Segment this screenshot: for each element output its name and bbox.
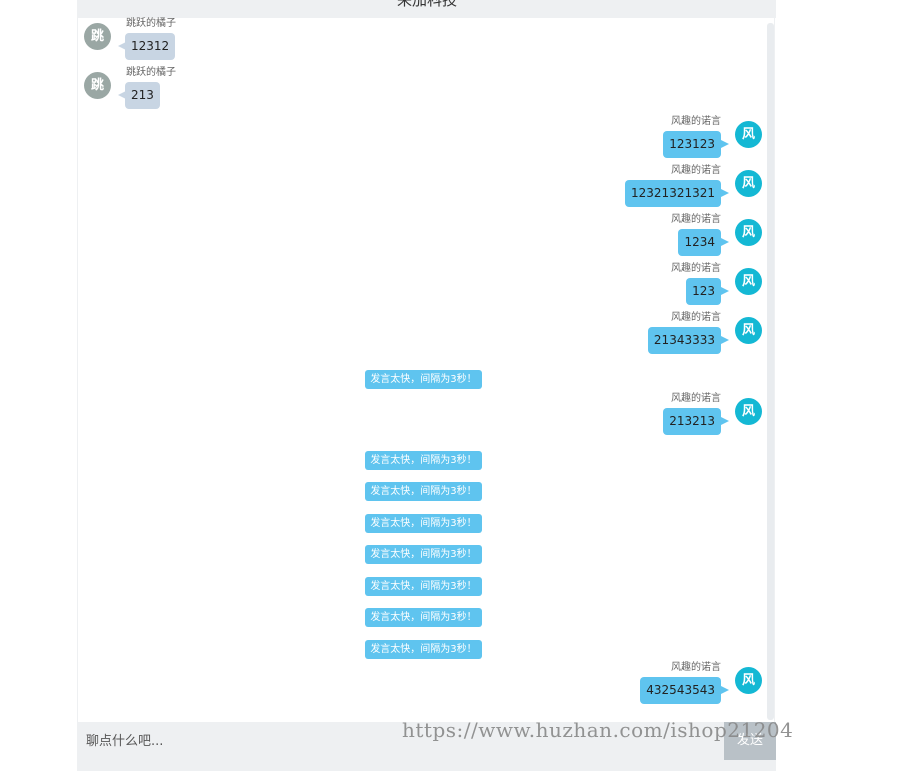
bubble-tail	[721, 416, 729, 425]
system-notice: 发言太快，间隔为3秒！	[365, 639, 482, 659]
sender-name: 风趣的诺言	[671, 312, 721, 323]
message-row-left: 跳 跳跃的橘子 12312	[78, 18, 776, 67]
message-bubble: 213	[125, 82, 160, 109]
message-row-right: 风 风趣的诺言 123	[78, 263, 776, 312]
system-notice: 发言太快，间隔为3秒！	[365, 608, 482, 627]
message-bubble: 213213	[663, 407, 721, 435]
message-row-right: 风 风趣的诺言 1234	[78, 214, 776, 263]
system-notice: 发言太快，间隔为3秒！	[365, 513, 482, 533]
sender-name: 跳跃的橘子	[126, 18, 176, 29]
message-bubble: 1234	[678, 229, 721, 256]
message-row-right: 风 风趣的诺言 12321321321	[78, 165, 776, 214]
message-row-right: 风 风趣的诺言 213213	[78, 393, 776, 442]
sender-name: 风趣的诺言	[671, 662, 721, 673]
sender-name: 风趣的诺言	[671, 392, 721, 404]
avatar: 风	[735, 170, 762, 197]
bubble-tail	[721, 287, 729, 295]
avatar: 风	[735, 219, 762, 246]
sender-name: 风趣的诺言	[671, 214, 721, 225]
bubble-tail	[721, 140, 729, 148]
message-bubble: 123123	[663, 131, 721, 158]
bubble-tail	[721, 686, 729, 694]
system-notice: 发言太快，间隔为3秒！	[365, 370, 482, 389]
system-notice: 发言太快，间隔为3秒！	[365, 482, 482, 501]
system-notice: 发言太快，间隔为3秒！	[365, 576, 482, 596]
avatar: 风	[735, 667, 762, 694]
bubble-tail	[721, 336, 729, 344]
message-bubble: 21343333	[647, 327, 721, 354]
bubble-tail	[721, 189, 729, 197]
message-row-right: 风 风趣的诺言 123123	[78, 116, 776, 165]
message-row-right: 风 风趣的诺言 432543543	[78, 662, 776, 711]
avatar: 风	[735, 268, 762, 295]
sender-name: 风趣的诺言	[671, 263, 721, 274]
avatar: 风	[735, 121, 762, 148]
watermark: https://www.huzhan.com/ishop21204	[402, 718, 794, 742]
scrollbar[interactable]	[767, 23, 774, 720]
message-bubble: 432543543	[640, 677, 721, 704]
system-notice: 发言太快，间隔为3秒！	[365, 450, 482, 470]
bubble-tail	[721, 238, 729, 246]
sender-name: 风趣的诺言	[671, 165, 721, 176]
message-bubble: 123	[686, 278, 721, 305]
avatar: 跳	[84, 23, 111, 50]
message-bubble: 12312	[125, 33, 176, 60]
chat-header: 来加科技	[78, 0, 776, 18]
message-row-left: 跳 跳跃的橘子 213	[78, 67, 776, 116]
message-bubble: 12321321321	[625, 180, 721, 207]
system-notice: 发言太快，间隔为3秒！	[365, 545, 482, 564]
avatar: 风	[735, 397, 762, 425]
chat-title: 来加科技	[396, 0, 457, 9]
avatar: 跳	[84, 72, 111, 99]
message-row-right: 风 风趣的诺言 21343333	[78, 312, 776, 361]
sender-name: 跳跃的橘子	[126, 67, 176, 78]
avatar: 风	[735, 317, 762, 344]
sender-name: 风趣的诺言	[671, 116, 721, 127]
chat-window: 来加科技 跳跳跃的橘子 12312 跳跳跃的橘子 213 风风趣的诺言 123123 风风趣…	[77, 0, 776, 771]
